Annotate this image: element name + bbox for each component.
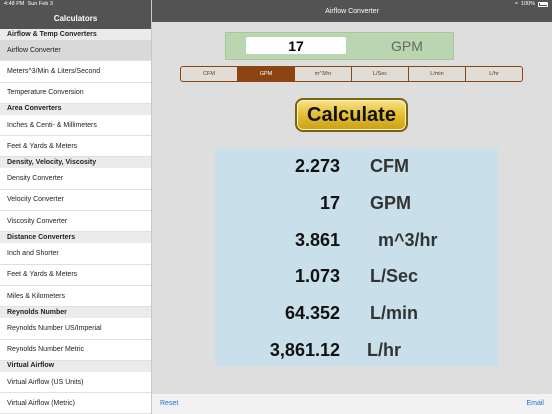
sidebar-item[interactable]: Inches & Centi- & Millimeters [0, 114, 151, 137]
result-unit: GPM [370, 192, 412, 213]
unit-segment[interactable]: m^3/hr [295, 67, 352, 81]
input-unit-label: GPM [391, 38, 423, 54]
calculate-button[interactable]: Calculate [295, 98, 408, 132]
unit-segment[interactable]: L/min [409, 67, 466, 81]
result-value: 3.861 [294, 229, 340, 250]
sidebar-item[interactable]: Virtual Airflow (Metric) [0, 393, 151, 414]
result-value: 17 [319, 192, 340, 213]
result-row: 17 GPM [215, 193, 498, 223]
unit-segment[interactable]: L/hr [466, 67, 522, 81]
result-row: 3.861 m^3/hr [215, 230, 498, 260]
result-unit: m^3/hr [378, 229, 438, 250]
sidebar-item[interactable]: Virtual Airflow (US Units) [0, 371, 151, 394]
result-value: 3,861.12 [269, 340, 340, 360]
sidebar-section-header: Area Converters [0, 103, 151, 115]
sidebar-item[interactable]: Temperature Conversion [0, 82, 151, 104]
sidebar-item[interactable]: Inch and Shorter [0, 243, 151, 265]
status-time: 4:48 PM Sun Feb 3 [4, 1, 53, 7]
status-bar: 4:48 PM Sun Feb 3 ≈ 100% [0, 0, 552, 8]
unit-segment[interactable]: L/Sec [352, 67, 409, 81]
results-panel: 2.273 CFM 17 GPM 3.861 m^3/hr 1.073 L/Sec 64.352… [215, 148, 498, 366]
battery-percent: 100% [520, 1, 535, 7]
unit-segment[interactable]: CFM [181, 67, 238, 81]
result-unit: L/hr [367, 340, 401, 360]
sidebar-item[interactable]: Velocity Converter [0, 189, 151, 212]
result-row: 2.273 CFM [215, 156, 498, 186]
wifi-icon: ≈ [514, 1, 518, 7]
sidebar-section-header: Airflow & Temp Converters [0, 29, 151, 40]
sidebar-section-header: Distance Converters [0, 232, 151, 244]
sidebar-item[interactable]: Viscosity Converter [0, 211, 151, 233]
result-value: 64.352 [284, 303, 340, 324]
sidebar: Calculators Airflow & Temp Converters Air… [0, 0, 152, 414]
email-button[interactable]: Email [526, 400, 544, 407]
status-right: ≈ 100% [515, 1, 548, 7]
result-row: 64.352 L/min [215, 303, 498, 333]
sidebar-item[interactable]: Meters^3/Min & Liters/Second [0, 61, 151, 83]
result-value: 2.273 [294, 156, 340, 176]
result-unit: L/Sec [370, 266, 419, 287]
result-value: 1.073 [294, 266, 340, 287]
result-row: 3,861.12 L/hr [215, 340, 498, 370]
unit-selector: CFM GPM m^3/hr L/Sec L/min L/hr [180, 66, 523, 82]
unit-segment[interactable]: GPM [238, 67, 295, 81]
sidebar-item[interactable]: Reynolds Number Metric [0, 339, 151, 361]
value-input[interactable] [246, 37, 346, 54]
bottom-toolbar: Reset Email [152, 394, 552, 414]
battery-icon [538, 1, 548, 7]
input-panel: GPM [225, 32, 454, 60]
result-row: 1.073 L/Sec [215, 266, 498, 296]
sidebar-section-header: Virtual Airflow [0, 360, 151, 372]
sidebar-list: Airflow & Temp Converters Airflow Convert… [0, 29, 151, 414]
sidebar-item[interactable]: Miles & Kilometers [0, 285, 151, 308]
sidebar-item[interactable]: Feet & Yards & Meters [0, 136, 151, 158]
sidebar-item[interactable]: Airflow Converter [0, 40, 151, 62]
reset-button[interactable]: Reset [160, 400, 178, 407]
sidebar-item[interactable]: Reynolds Number US/Imperial [0, 318, 151, 340]
sidebar-item[interactable]: Feet & Yards & Meters [0, 264, 151, 286]
result-unit: CFM [370, 156, 409, 176]
sidebar-section-header: Reynolds Number [0, 307, 151, 319]
sidebar-section-header: Density, Velocity, Viscosity [0, 157, 151, 169]
sidebar-item[interactable]: Density Converter [0, 168, 151, 190]
main-panel: Airflow Converter GPM CFMGPMm^3/hrL/SecL… [152, 0, 552, 414]
result-unit: L/min [370, 303, 418, 324]
